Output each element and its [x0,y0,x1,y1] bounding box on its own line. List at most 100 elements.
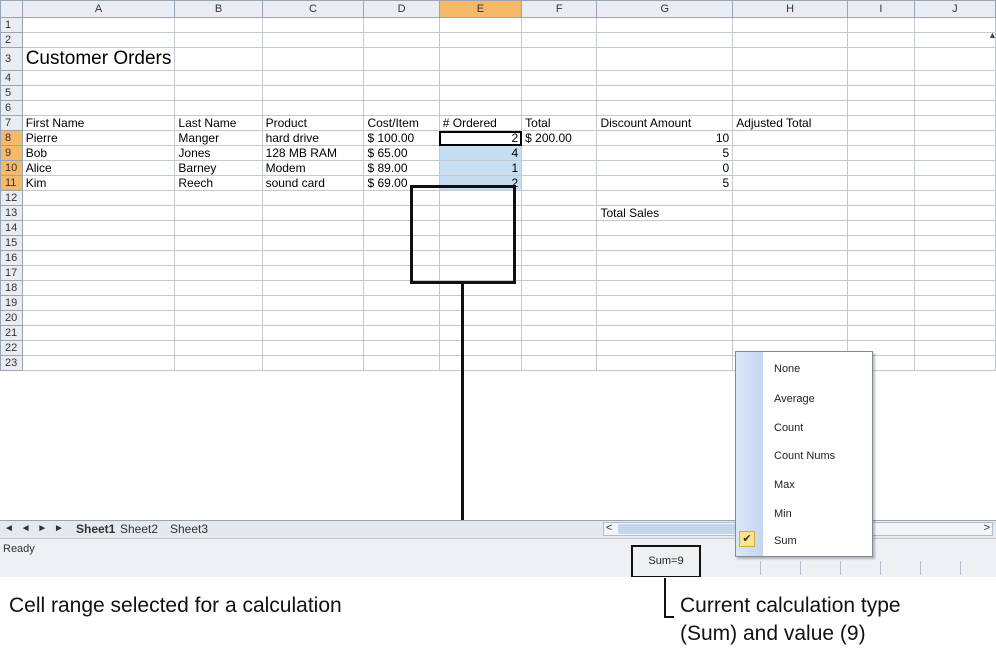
cell-ordered[interactable]: 4 [438,145,523,161]
row-header-5[interactable]: 5 [0,85,23,101]
cell[interactable] [913,175,996,191]
menu-item-average[interactable]: Average [774,393,815,405]
tab-sheet2[interactable]: Sheet2 [120,522,158,536]
cell[interactable] [847,250,915,266]
cell[interactable] [521,310,598,326]
row-header-21[interactable]: 21 [0,325,23,341]
cell[interactable] [913,265,996,281]
total-sales-label[interactable]: Total Sales [596,205,734,221]
cell[interactable] [438,205,523,221]
header-adjusted-total[interactable]: Adjusted Total [732,115,849,131]
cell[interactable] [521,205,598,221]
cell[interactable] [261,190,365,206]
cell-cost[interactable]: $ 69.00 [363,175,440,191]
cell-cost[interactable]: $ 89.00 [363,160,440,176]
cell[interactable] [913,115,996,131]
cell[interactable] [732,265,849,281]
menu-item-none[interactable]: None [774,363,800,375]
cell[interactable] [21,250,176,266]
cell-total[interactable] [521,175,598,191]
cell[interactable] [363,310,440,326]
cell[interactable] [847,115,915,131]
column-header-h[interactable]: H [732,0,849,18]
cell[interactable] [847,235,915,251]
cell[interactable] [913,355,996,371]
cell[interactable] [847,220,915,236]
cell[interactable] [21,235,176,251]
cell[interactable] [21,265,176,281]
cell[interactable] [363,70,440,86]
menu-item-sum[interactable]: Sum [774,535,797,547]
cell[interactable] [261,235,365,251]
cell[interactable] [596,85,734,101]
row-header-1[interactable]: 1 [0,17,23,33]
cell[interactable] [732,100,849,116]
cell[interactable] [521,280,598,296]
row-header-4[interactable]: 4 [0,70,23,86]
cell[interactable] [847,145,915,161]
cell[interactable] [21,295,176,311]
cell[interactable] [732,250,849,266]
cell[interactable] [21,85,176,101]
cell[interactable] [521,355,598,371]
cell[interactable] [261,205,365,221]
cell-product[interactable]: hard drive [261,130,365,146]
cell[interactable] [363,295,440,311]
cell[interactable] [847,265,915,281]
cell[interactable] [261,295,365,311]
cell[interactable] [363,190,440,206]
cell-last-name[interactable]: Manger [174,130,263,146]
cell[interactable] [363,235,440,251]
cell-last-name[interactable]: Barney [174,160,263,176]
cell[interactable] [732,17,849,33]
cell[interactable] [913,47,996,71]
row-header-7[interactable]: 7 [0,115,23,131]
cell[interactable] [438,32,523,48]
cell[interactable] [847,100,915,116]
cell-cost[interactable]: $ 65.00 [363,145,440,161]
cell[interactable] [847,280,915,296]
cell-product[interactable]: 128 MB RAM [261,145,365,161]
cell-discount[interactable]: 5 [596,175,734,191]
cell[interactable] [438,310,523,326]
cell[interactable] [732,130,849,146]
cell-discount[interactable]: 5 [596,145,734,161]
cell[interactable] [913,190,996,206]
cell[interactable] [261,280,365,296]
cell[interactable] [521,235,598,251]
cell-product[interactable]: Modem [261,160,365,176]
row-header-14[interactable]: 14 [0,220,23,236]
cell[interactable] [438,70,523,86]
cell[interactable] [261,310,365,326]
cell[interactable] [521,100,598,116]
cell[interactable] [732,325,849,341]
row-header-20[interactable]: 20 [0,310,23,326]
cell[interactable] [174,100,263,116]
cell[interactable] [913,130,996,146]
cell[interactable] [21,190,176,206]
cell[interactable] [913,295,996,311]
cell[interactable] [21,355,176,371]
cell[interactable] [438,265,523,281]
cell[interactable] [174,340,263,356]
autocalculate-status[interactable]: Sum=9 [631,545,701,577]
cell[interactable] [521,220,598,236]
cell[interactable] [21,205,176,221]
cell-last-name[interactable]: Jones [174,145,263,161]
row-header-22[interactable]: 22 [0,340,23,356]
column-header-f[interactable]: F [521,0,598,18]
cell-first-name[interactable]: Kim [21,175,176,191]
cell[interactable] [438,17,523,33]
row-header-15[interactable]: 15 [0,235,23,251]
cell[interactable] [174,325,263,341]
cell-discount[interactable]: 10 [596,130,734,146]
cell[interactable] [438,280,523,296]
cell[interactable] [596,235,734,251]
cell[interactable] [596,220,734,236]
column-header-b[interactable]: B [174,0,263,18]
cell[interactable] [732,32,849,48]
cell[interactable] [261,85,365,101]
cell[interactable] [261,220,365,236]
column-header-c[interactable]: C [261,0,365,18]
cell[interactable] [913,145,996,161]
